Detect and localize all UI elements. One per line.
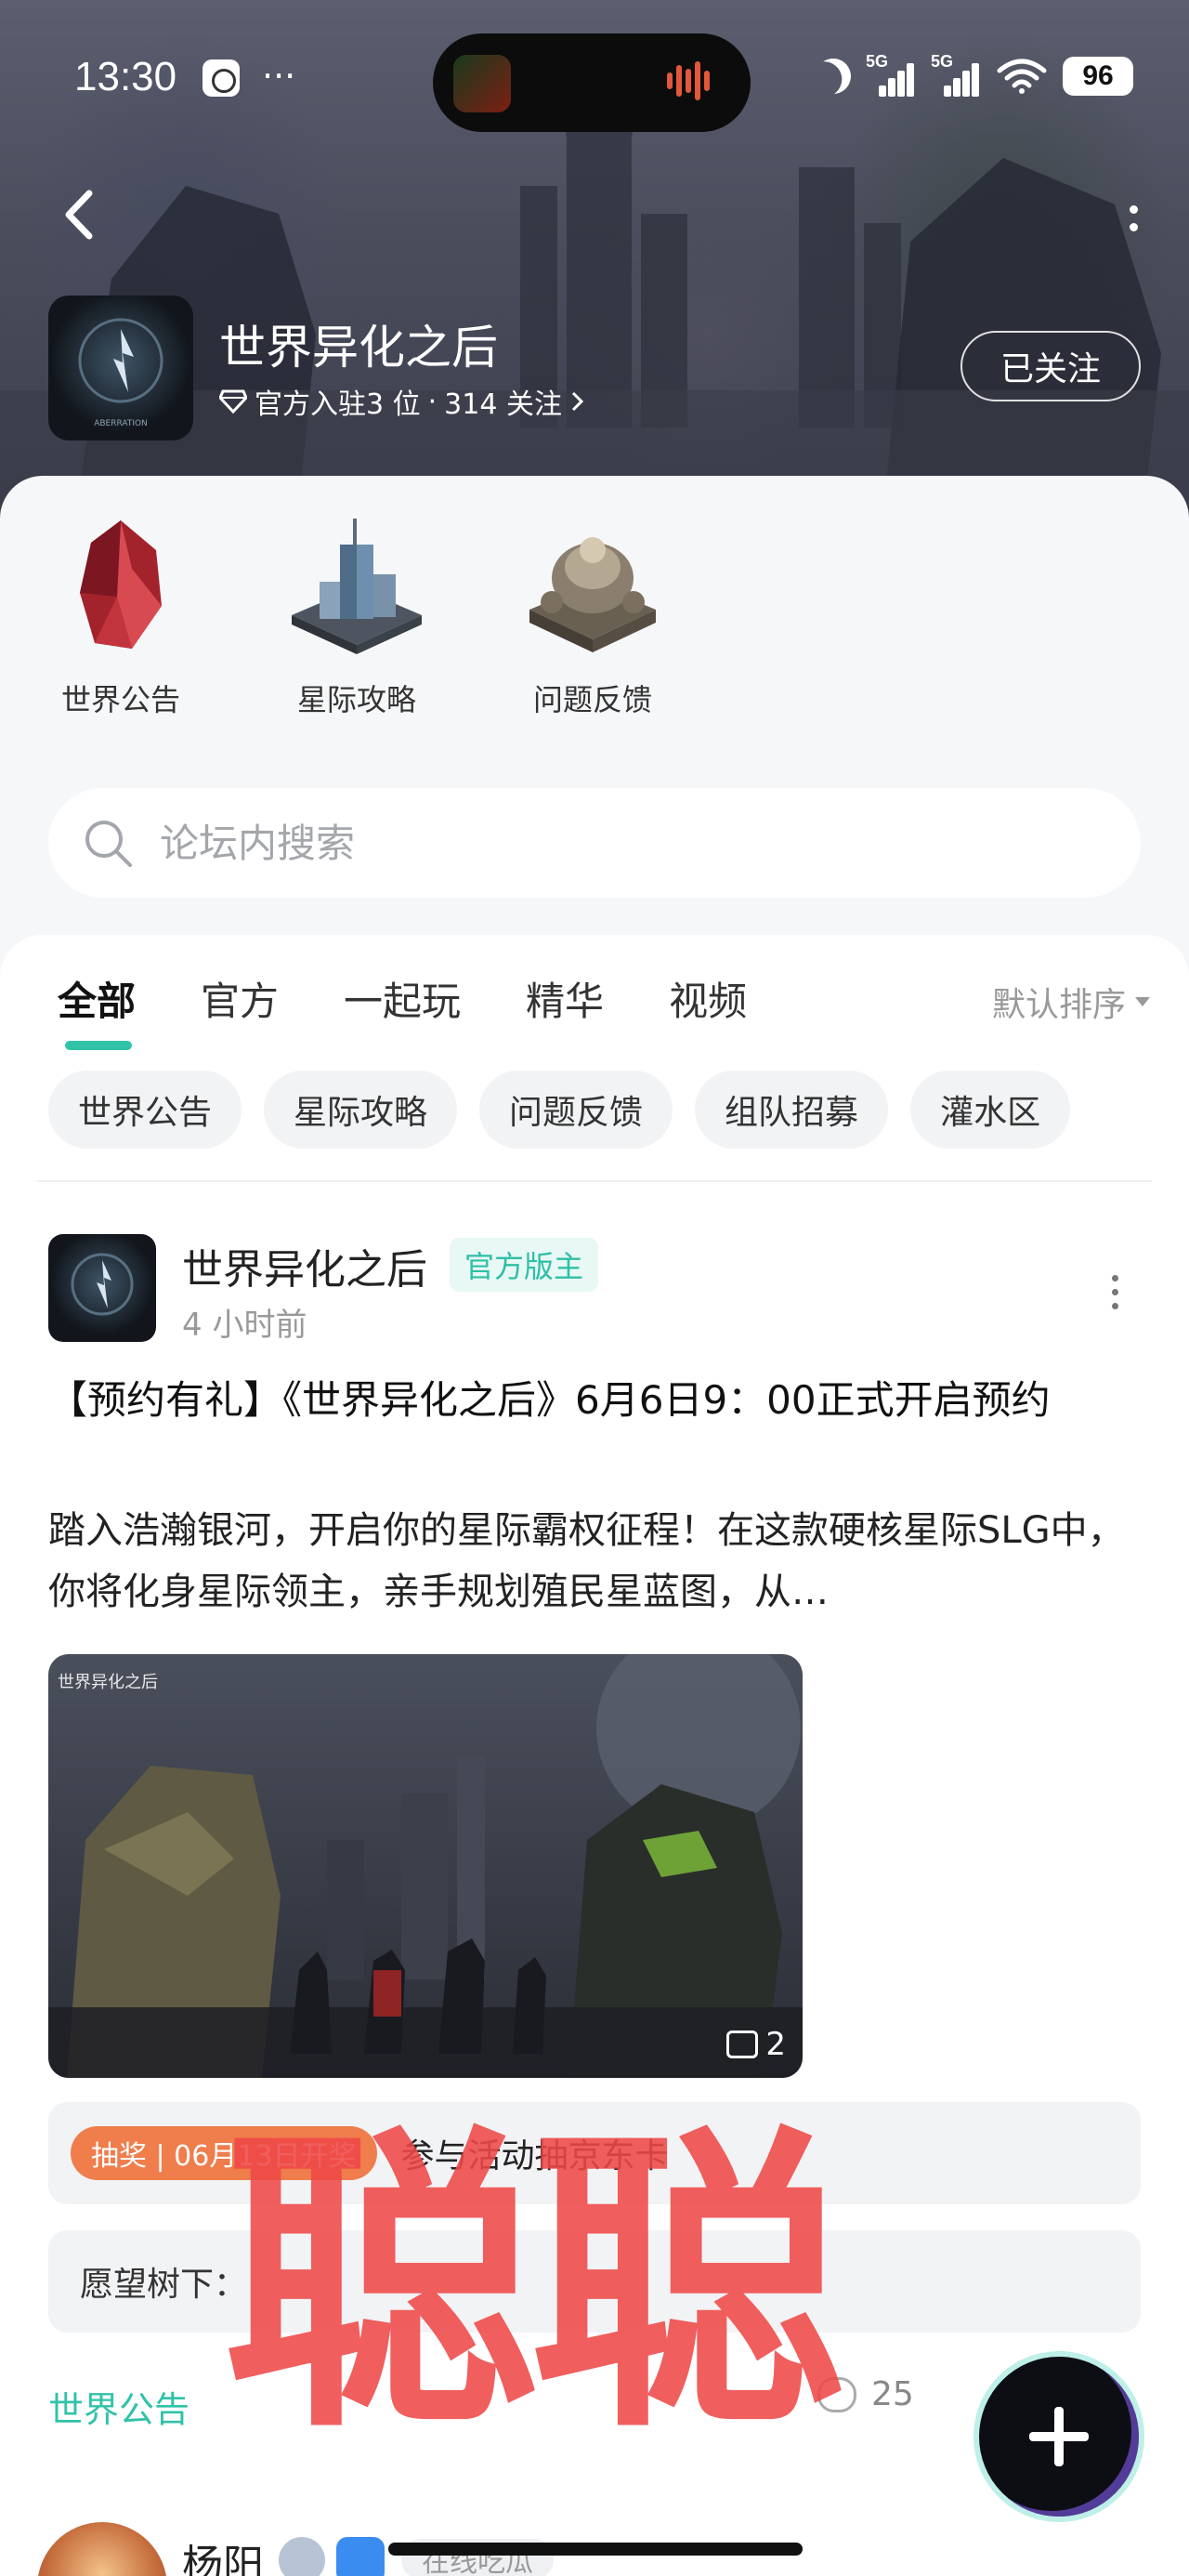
post-excerpt[interactable]: 踏入浩瀚银河，开启你的星际霸权征程！在这款硬核星际SLG中，你将化身星际领主，亲… (48, 1500, 1144, 1623)
chip-feedback[interactable]: 问题反馈 (479, 1071, 673, 1149)
caret-down-icon (1135, 997, 1150, 1006)
forum-search-bar[interactable] (48, 788, 1141, 898)
status-icons: 5G 5G 96 (816, 48, 1133, 104)
forum-logo-text: ABERRATION (94, 419, 148, 428)
tab-play-together[interactable]: 一起玩 (344, 970, 461, 1035)
chip-team-recruit[interactable]: 组队招募 (695, 1071, 889, 1149)
quick-link-guides[interactable]: 星际攻略 (264, 513, 450, 719)
forum-logo: ABERRATION (78, 318, 163, 428)
diamond-icon (219, 389, 247, 414)
forum-avatar[interactable]: ABERRATION (48, 296, 193, 440)
author-logo (71, 1253, 134, 1316)
chip-guides[interactable]: 星际攻略 (264, 1071, 458, 1149)
forum-header: 13:30 ··· 5G 5G 96 ABERRATION 世界异化之后 官方入… (0, 0, 1189, 520)
chip-chat[interactable]: 灌水区 (910, 1071, 1071, 1149)
sort-dropdown[interactable]: 默认排序 (992, 978, 1150, 1026)
gamepad-badge-icon (336, 2537, 385, 2576)
post-image-art: 世界异化之后 (48, 1654, 803, 2078)
quick-link-feedback[interactable]: 问题反馈 (500, 513, 686, 719)
signal-label: 5G (866, 52, 889, 71)
signal-label-2: 5G (931, 52, 954, 71)
tab-official[interactable]: 官方 (201, 970, 279, 1035)
meta-separator: · (427, 385, 438, 418)
search-input[interactable] (160, 820, 996, 866)
status-bar: 13:30 ··· 5G 5G 96 (0, 0, 1189, 158)
tab-all[interactable]: 全部 (58, 970, 136, 1050)
post-category-link[interactable]: 世界公告 (48, 2381, 189, 2432)
battery-level: 96 (1063, 57, 1133, 96)
more-options-icon[interactable] (1115, 186, 1152, 251)
comment-count-value: 25 (871, 2375, 914, 2413)
search-icon (85, 821, 132, 867)
official-count: 官方入驻3 位 (255, 388, 421, 421)
post-image[interactable]: 世界异化之后 2 (48, 1654, 803, 2078)
follow-button[interactable]: 已关注 (960, 331, 1141, 401)
home-indicator[interactable] (388, 2543, 803, 2556)
audio-wave-icon (667, 61, 723, 104)
wish-text: 愿望树下： (80, 2266, 248, 2304)
forum-meta[interactable]: 官方入驻3 位 · 314 关注 (219, 381, 586, 422)
moderator-badge: 官方版主 (450, 1238, 599, 1292)
signal-icon: 5G (866, 52, 916, 97)
quick-link-announcements[interactable]: 世界公告 (28, 513, 214, 719)
status-time: 13:30 (74, 54, 177, 99)
tab-video[interactable]: 视频 (669, 970, 747, 1035)
clock-app-icon (203, 59, 240, 97)
status-more-dots: ··· (262, 56, 296, 97)
gallery-icon (726, 2031, 759, 2058)
divider (37, 1180, 1152, 1182)
crystal-icon (80, 520, 162, 649)
back-arrow-icon[interactable] (56, 182, 102, 247)
category-chips: 世界公告 星际攻略 问题反馈 组队招募 灌水区 (48, 1071, 1071, 1149)
forum-title: 世界异化之后 (219, 321, 498, 375)
tab-featured[interactable]: 精华 (526, 970, 604, 1035)
follower-count: 314 关注 (444, 388, 562, 421)
quick-link-label: 星际攻略 (296, 682, 416, 717)
create-post-button[interactable] (979, 2357, 1139, 2517)
post-more-icon[interactable] (1105, 1275, 1124, 1312)
do-not-disturb-icon (809, 52, 857, 100)
feed-tabs: 全部 官方 一起玩 精华 视频 (58, 970, 812, 1050)
dynamic-island[interactable] (433, 33, 751, 132)
image-logo: 世界异化之后 (58, 1673, 158, 1692)
image-count-value: 2 (765, 2026, 786, 2063)
overlay-watermark: 聪聪 (223, 2102, 845, 2470)
media-thumbnail (453, 55, 511, 112)
signal-icon-2: 5G (931, 52, 981, 97)
quick-link-label: 世界公告 (60, 682, 180, 717)
next-post-author[interactable]: 杨阳 (182, 2531, 264, 2576)
post-title[interactable]: 【预约有礼】《世界异化之后》6月6日9：00正式开启预约 (48, 1370, 1144, 1431)
post-author-name[interactable]: 世界异化之后 (182, 1236, 427, 1295)
reactor-icon (529, 537, 656, 652)
post-author-avatar[interactable] (48, 1234, 156, 1342)
chip-announcements[interactable]: 世界公告 (48, 1071, 242, 1149)
user-level-badge (279, 2537, 325, 2576)
post-time: 4 小时前 (182, 1307, 307, 1344)
sort-label: 默认排序 (991, 986, 1126, 1024)
chevron-right-icon (571, 391, 584, 412)
quick-link-label: 问题反馈 (532, 682, 652, 717)
tower-icon (292, 519, 422, 654)
wifi-icon (997, 59, 1047, 94)
image-count: 2 (726, 2026, 786, 2063)
